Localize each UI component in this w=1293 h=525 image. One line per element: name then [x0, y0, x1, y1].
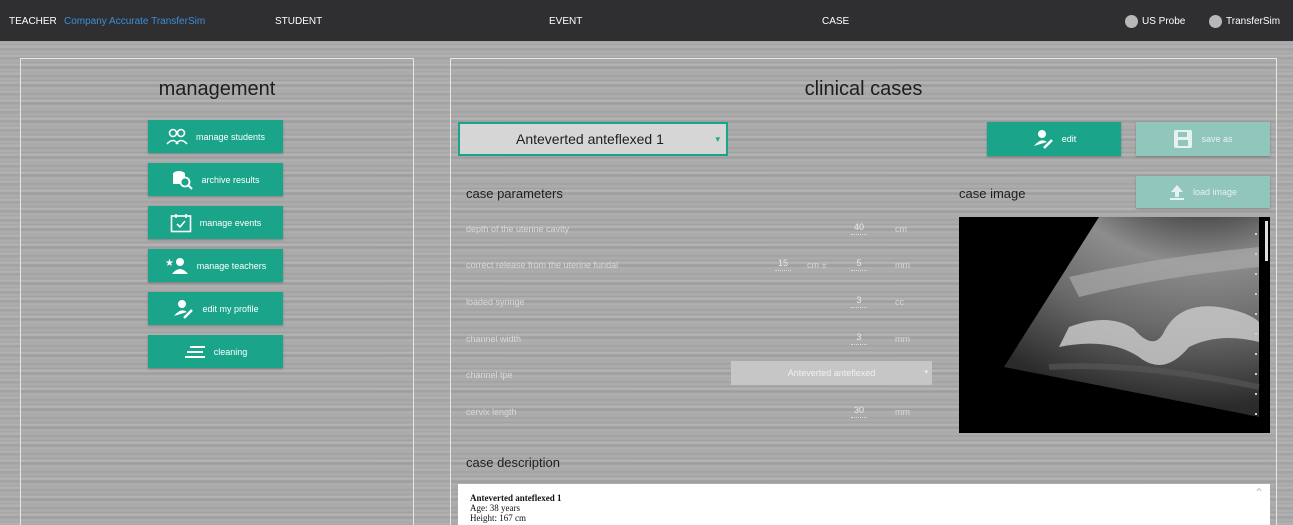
top-bar: TEACHER Company Accurate TransferSim STU…	[0, 0, 1293, 41]
case-description-title: case description	[466, 455, 560, 470]
syringe-input[interactable]: 3	[851, 295, 867, 308]
edit-profile-label: edit my profile	[202, 303, 259, 314]
case-description-box[interactable]: Anteverted anteflexed 1 Age: 38 years He…	[458, 484, 1270, 525]
save-as-button[interactable]: save as	[1136, 122, 1270, 156]
cervix-length-input[interactable]: 30	[851, 405, 867, 418]
us-probe-label: US Probe	[1142, 15, 1186, 27]
channel-type-label: channel tpe	[466, 370, 513, 380]
archive-results-label: archive results	[201, 174, 260, 185]
manage-students-button[interactable]: manage students	[148, 120, 283, 153]
load-image-button[interactable]: load image	[1136, 176, 1270, 208]
svg-text:★: ★	[165, 258, 174, 269]
release-pm-unit: cm ±	[807, 260, 827, 270]
edit-label: edit	[1061, 134, 1077, 144]
release-label: correct release from the uterine fundal	[466, 260, 619, 270]
description-line: Height: 167 cm	[470, 513, 526, 523]
user-edit-icon	[174, 299, 194, 319]
scroll-up-icon[interactable]: ⌃	[1254, 487, 1264, 499]
status-dot-icon	[1125, 14, 1138, 28]
management-title: management	[158, 78, 276, 100]
channel-width-input[interactable]: 3	[851, 332, 867, 345]
clinical-cases-panel: clinical cases Anteverted anteflexed 1 ▾…	[450, 58, 1277, 525]
save-as-label: save as	[1201, 134, 1233, 144]
depth-input[interactable]: 40	[851, 222, 867, 235]
calendar-check-icon	[170, 213, 192, 232]
release-tolerance-input[interactable]: 5	[851, 258, 867, 271]
channel-width-unit: mm	[895, 334, 910, 344]
case-image-title: case image	[959, 186, 1026, 201]
transfersim-label: TransferSim	[1226, 15, 1281, 27]
cleaning-label: cleaning	[213, 346, 248, 357]
release-unit: mm	[895, 260, 910, 270]
status-dot-icon	[1209, 14, 1222, 28]
transfersim-status: TransferSim	[1209, 13, 1280, 29]
manage-teachers-button[interactable]: ★ manage teachers	[148, 249, 283, 282]
dropdown-caret-icon: ▾	[715, 134, 720, 144]
depth-label: depth of the uterine cavity	[466, 224, 570, 234]
management-panel: management manage students archive resul…	[20, 58, 414, 525]
add-teacher-icon: ★	[165, 257, 188, 274]
users-icon	[166, 128, 188, 145]
case-select[interactable]: Anteverted anteflexed 1 ▾	[458, 122, 728, 156]
company-title: Company Accurate TransferSim	[64, 16, 206, 27]
user-edit-icon	[1033, 130, 1053, 149]
syringe-label: loaded syringe	[466, 297, 525, 307]
case-select-value: Anteverted anteflexed 1	[516, 131, 664, 147]
nav-event[interactable]: EVENT	[549, 0, 582, 41]
ultrasound-image	[959, 217, 1270, 433]
cleaning-button[interactable]: cleaning	[148, 335, 283, 368]
manage-events-button[interactable]: manage events	[148, 206, 283, 239]
description-line: Age: 38 years	[470, 503, 520, 513]
ultrasound-scan	[1004, 217, 1268, 417]
archive-results-button[interactable]: archive results	[148, 163, 283, 196]
cervix-length-unit: mm	[895, 407, 910, 417]
manage-students-label: manage students	[195, 131, 266, 142]
depth-unit: cm	[895, 224, 907, 234]
release-input[interactable]: 15	[775, 258, 791, 271]
archive-search-icon	[173, 170, 194, 190]
nav-student[interactable]: STUDENT	[275, 0, 322, 41]
upload-icon	[1169, 185, 1184, 200]
save-icon	[1174, 130, 1193, 148]
case-parameters-title: case parameters	[466, 186, 563, 201]
channel-type-select[interactable]: Anteverted anteflexed ▾	[731, 361, 932, 385]
role-label: TEACHER	[9, 16, 57, 27]
cervix-length-label: cervix length	[466, 407, 517, 417]
description-line: Anteverted anteflexed 1	[470, 493, 562, 503]
clinical-cases-title: clinical cases	[804, 78, 923, 100]
nav-case[interactable]: CASE	[822, 0, 849, 41]
edit-button[interactable]: edit	[987, 122, 1121, 156]
channel-type-value: Anteverted anteflexed	[787, 368, 876, 378]
channel-width-label: channel width	[466, 334, 522, 344]
dropdown-caret-icon: ▾	[924, 369, 928, 376]
load-image-label: load image	[1192, 187, 1238, 197]
manage-events-label: manage events	[199, 217, 262, 228]
edit-profile-button[interactable]: edit my profile	[148, 292, 283, 325]
us-probe-status: US Probe	[1125, 13, 1185, 29]
lines-icon	[184, 345, 205, 358]
manage-teachers-label: manage teachers	[196, 260, 267, 271]
syringe-unit: cc	[895, 297, 904, 307]
